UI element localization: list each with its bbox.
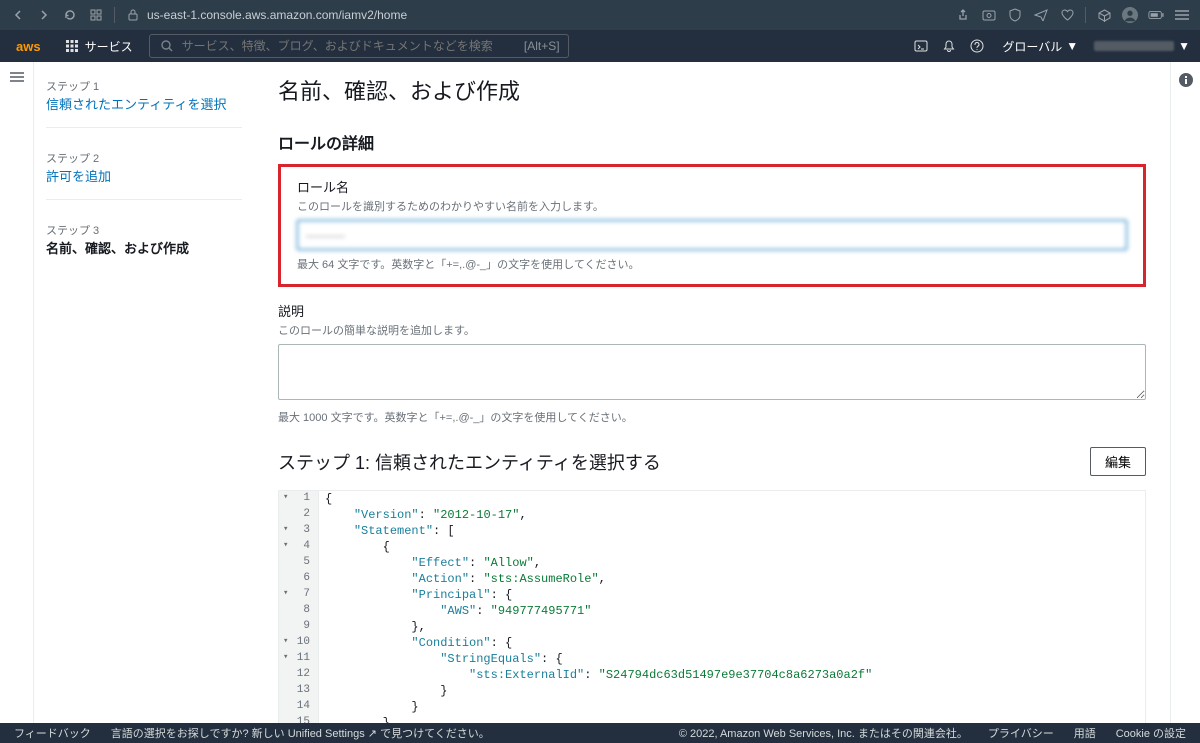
main-layout: ステップ 1 信頼されたエンティティを選択 ステップ 2 許可を追加 ステップ … <box>0 62 1200 723</box>
share-icon[interactable] <box>955 7 971 23</box>
search-shortcut: [Alt+S] <box>524 39 560 53</box>
services-label: サービス <box>85 38 133 55</box>
edit-button[interactable]: 編集 <box>1090 447 1146 476</box>
address-bar[interactable]: us-east-1.console.aws.amazon.com/iamv2/h… <box>125 7 945 23</box>
search-icon <box>158 37 176 55</box>
feedback-link[interactable]: フィードバック <box>14 725 91 741</box>
step1-review-title: ステップ 1: 信頼されたエンティティを選択する <box>278 449 661 475</box>
user-avatar-icon[interactable] <box>1122 7 1138 23</box>
cloudshell-icon[interactable] <box>912 37 930 55</box>
forward-icon[interactable] <box>36 7 52 23</box>
heart-icon[interactable] <box>1059 7 1075 23</box>
sidebar-toggle[interactable] <box>0 62 34 723</box>
lock-icon <box>125 7 141 23</box>
hamburger-icon <box>10 72 24 723</box>
description-hint: このロールの簡単な説明を追加します。 <box>278 322 1146 338</box>
step-1-link[interactable]: 信頼されたエンティティを選択 <box>46 94 242 113</box>
search-input[interactable] <box>182 39 518 53</box>
step-2-link[interactable]: 許可を追加 <box>46 166 242 185</box>
external-link-icon: ↗ <box>365 728 377 740</box>
role-name-section: ロール名 このロールを識別するためのわかりやすい名前を入力します。 最大 64 … <box>278 164 1146 287</box>
chevron-down-icon: ▼ <box>1178 39 1190 53</box>
description-input[interactable] <box>278 344 1146 400</box>
step-2-small: ステップ 2 <box>46 150 242 166</box>
step-1-small: ステップ 1 <box>46 78 242 94</box>
reload-icon[interactable] <box>62 7 78 23</box>
apps-icon[interactable] <box>88 7 104 23</box>
console-footer: フィードバック 言語の選択をお探しですか? 新しい Unified Settin… <box>0 723 1200 743</box>
account-name-redacted <box>1094 41 1174 51</box>
step-3-current: 名前、確認、および作成 <box>46 238 242 257</box>
aws-header: aws サービス [Alt+S] グローバル ▼ ▼ <box>0 30 1200 62</box>
url-text: us-east-1.console.aws.amazon.com/iamv2/h… <box>147 8 407 22</box>
camera-icon[interactable] <box>981 7 997 23</box>
description-help: 最大 1000 文字です。英数字と「+=,.@-_」の文字を使用してください。 <box>278 409 1146 425</box>
grid-icon <box>63 37 81 55</box>
account-menu[interactable]: ▼ <box>1094 39 1190 53</box>
copyright: © 2022, Amazon Web Services, Inc. またはその関… <box>679 725 968 741</box>
shield-icon[interactable] <box>1007 7 1023 23</box>
role-name-help: 最大 64 文字です。英数字と「+=,.@-_」の文字を使用してください。 <box>297 256 1127 272</box>
send-icon[interactable] <box>1033 7 1049 23</box>
cube-icon[interactable] <box>1096 7 1112 23</box>
back-icon[interactable] <box>10 7 26 23</box>
chevron-down-icon: ▼ <box>1066 39 1078 53</box>
role-name-hint: このロールを識別するためのわかりやすい名前を入力します。 <box>297 198 1127 214</box>
info-rail[interactable] <box>1170 62 1200 723</box>
privacy-link[interactable]: プライバシー <box>988 725 1054 741</box>
help-icon[interactable] <box>968 37 986 55</box>
battery-icon[interactable] <box>1148 7 1164 23</box>
policy-editor[interactable]: ▾1{ 2 "Version": "2012-10-17", ▾3 "State… <box>278 490 1146 723</box>
content: 名前、確認、および作成 ロールの詳細 ロール名 このロールを識別するためのわかり… <box>254 62 1170 723</box>
step-3-small: ステップ 3 <box>46 222 242 238</box>
wizard-steps: ステップ 1 信頼されたエンティティを選択 ステップ 2 許可を追加 ステップ … <box>34 62 254 723</box>
terms-link[interactable]: 用語 <box>1074 725 1096 741</box>
browser-chrome-bar: us-east-1.console.aws.amazon.com/iamv2/h… <box>0 0 1200 30</box>
region-label: グローバル <box>1002 38 1062 55</box>
role-name-input[interactable] <box>297 220 1127 250</box>
unified-settings-link[interactable]: Unified Settings <box>288 728 365 740</box>
aws-logo[interactable]: aws <box>10 39 47 54</box>
info-icon <box>1178 72 1194 723</box>
page-title: 名前、確認、および作成 <box>278 74 1146 106</box>
header-search[interactable]: [Alt+S] <box>149 34 569 58</box>
menu-icon[interactable] <box>1174 7 1190 23</box>
role-name-label: ロール名 <box>297 177 1127 196</box>
role-details-head: ロールの詳細 <box>278 130 1146 154</box>
description-label: 説明 <box>278 301 1146 320</box>
bell-icon[interactable] <box>940 37 958 55</box>
description-section: 説明 このロールの簡単な説明を追加します。 最大 1000 文字です。英数字と「… <box>278 301 1146 425</box>
region-menu[interactable]: グローバル ▼ <box>996 38 1084 55</box>
services-menu[interactable]: サービス <box>57 33 139 59</box>
cookie-link[interactable]: Cookie の設定 <box>1116 725 1186 741</box>
language-hint: 言語の選択をお探しですか? 新しい Unified Settings ↗ で見つ… <box>111 725 490 741</box>
